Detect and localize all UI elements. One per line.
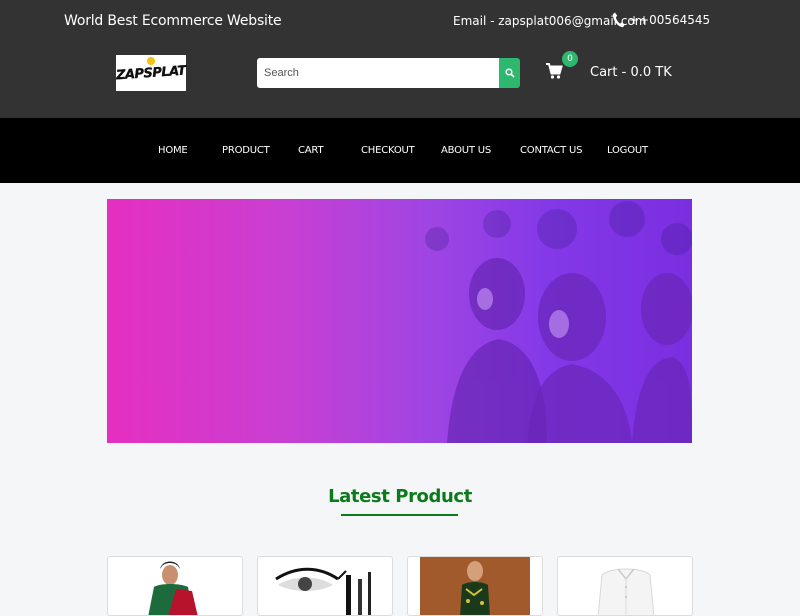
nav-product[interactable]: PRODUCT	[222, 145, 270, 156]
nav-about-us[interactable]: ABOUT US	[441, 145, 491, 156]
nav-home[interactable]: HOME	[158, 145, 188, 156]
product-card[interactable]	[407, 556, 543, 616]
site-tagline: World Best Ecommerce Website	[64, 13, 282, 29]
product-card[interactable]	[257, 556, 393, 616]
nav-logout[interactable]: LOGOUT	[607, 145, 648, 156]
top-header: World Best Ecommerce Website Email - zap…	[0, 0, 800, 118]
nav-cart[interactable]: CART	[298, 145, 324, 156]
logo-text: ZAPSPLAT	[115, 63, 187, 83]
logo-spark	[147, 57, 155, 65]
cart-count-badge: 0	[562, 51, 578, 67]
section-title: Latest Product	[328, 486, 472, 507]
product-image	[148, 561, 198, 615]
cart-icon[interactable]	[545, 62, 563, 80]
phone-number: ++00564545	[629, 13, 711, 27]
section-title-underline	[341, 514, 458, 516]
cart-total[interactable]: Cart - 0.0 TK	[590, 65, 672, 80]
banner-audience-image	[425, 201, 692, 443]
search-bar	[257, 58, 520, 88]
nav-checkout[interactable]: CHECKOUT	[361, 145, 415, 156]
nav-contact-us[interactable]: CONTACT US	[520, 145, 582, 156]
product-image	[420, 557, 530, 615]
contact-phone[interactable]: ++00564545	[612, 12, 710, 28]
search-button[interactable]	[499, 58, 520, 88]
product-image	[597, 568, 655, 615]
phone-icon	[612, 12, 625, 28]
hero-banner	[107, 199, 692, 443]
product-image	[275, 567, 371, 615]
main-nav: HOME PRODUCT CART CHECKOUT ABOUT US CONT…	[0, 118, 800, 183]
site-logo[interactable]: ZAPSPLAT	[115, 55, 187, 91]
search-input[interactable]	[257, 58, 499, 88]
product-card[interactable]	[107, 556, 243, 616]
search-icon	[504, 68, 515, 78]
product-card[interactable]	[557, 556, 693, 616]
